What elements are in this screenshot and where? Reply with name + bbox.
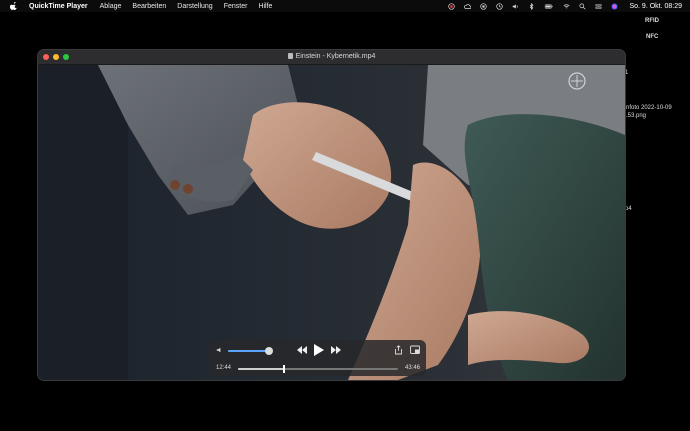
wifi-icon[interactable] xyxy=(563,3,571,10)
bluetooth-icon[interactable] xyxy=(528,2,535,10)
play-button[interactable] xyxy=(313,343,325,357)
playback-controls: 12:44 43:46 xyxy=(210,340,426,376)
control-center-icon[interactable] xyxy=(595,3,603,10)
desktop-item-nfc[interactable]: NFC xyxy=(646,34,658,40)
scrubber-track[interactable] xyxy=(238,365,398,373)
menu-darstellung[interactable]: Darstellung xyxy=(177,3,212,10)
battery-icon[interactable] xyxy=(544,3,554,10)
title-bar[interactable]: Einstein - Kybernetik.mp4 xyxy=(38,50,625,65)
scrubber-progress xyxy=(238,368,285,370)
menu-hilfe[interactable]: Hilfe xyxy=(258,3,272,10)
desktop-item-rfid[interactable]: RFID xyxy=(645,18,659,24)
volume-icon[interactable] xyxy=(512,3,519,10)
volume-knob[interactable] xyxy=(264,347,273,355)
menu-bearbeiten[interactable]: Bearbeiten xyxy=(132,3,166,10)
share-icon[interactable] xyxy=(394,345,403,355)
focus-icon[interactable] xyxy=(480,2,488,10)
volume-level xyxy=(228,350,269,352)
quicktime-window: Einstein - Kybernetik.mp4 12:44 43:46 xyxy=(38,50,625,380)
siri-icon[interactable] xyxy=(611,3,618,10)
picture-in-picture-icon[interactable] xyxy=(410,345,421,355)
cloud-icon[interactable] xyxy=(464,3,472,10)
search-icon[interactable] xyxy=(579,2,587,10)
desktop-item-mp4[interactable]: p4 xyxy=(625,206,632,212)
menu-bar: QuickTime Player Ablage Bearbeiten Darst… xyxy=(0,0,690,12)
video-frame[interactable] xyxy=(38,65,625,380)
menu-clock[interactable]: So. 9. Okt. 08:29 xyxy=(629,3,682,10)
remaining-time: 43:46 xyxy=(404,365,420,371)
rewind-button[interactable] xyxy=(296,345,308,355)
window-title-wrap: Einstein - Kybernetik.mp4 xyxy=(38,50,625,64)
desktop-item-screenshot-ext[interactable]: .53.png xyxy=(626,113,646,119)
status-record-icon[interactable] xyxy=(448,2,456,10)
menu-fenster[interactable]: Fenster xyxy=(224,3,248,10)
apple-icon[interactable] xyxy=(10,2,18,10)
menu-ablage[interactable]: Ablage xyxy=(100,3,122,10)
desktop-item-screenshot-name[interactable]: nfoto 2022-10-09 xyxy=(626,105,672,111)
app-menu[interactable]: QuickTime Player xyxy=(29,3,88,10)
time-machine-icon[interactable] xyxy=(496,2,504,10)
speaker-icon[interactable] xyxy=(216,346,224,354)
window-title: Einstein - Kybernetik.mp4 xyxy=(295,53,376,60)
document-icon xyxy=(287,53,293,59)
playhead[interactable] xyxy=(283,365,286,373)
elapsed-time: 12:44 xyxy=(216,365,232,371)
fast-forward-button[interactable] xyxy=(330,345,342,355)
desktop-item-partial-1[interactable]: 1 xyxy=(625,70,628,76)
